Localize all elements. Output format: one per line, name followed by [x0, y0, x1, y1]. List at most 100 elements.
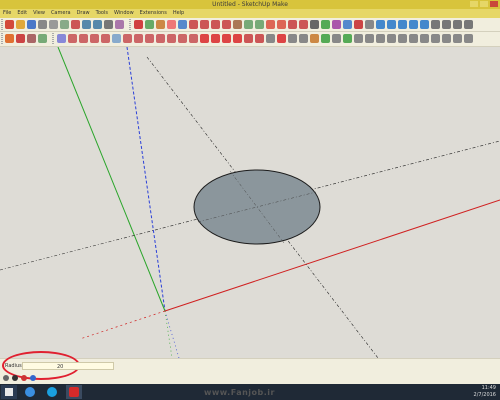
left-view-icon[interactable] — [189, 34, 198, 43]
paint-icon[interactable] — [310, 34, 319, 43]
zoom2-icon[interactable] — [387, 34, 396, 43]
open-icon[interactable] — [16, 20, 25, 29]
sandbox-icon[interactable] — [200, 34, 209, 43]
save-icon[interactable] — [27, 20, 36, 29]
walk-tool-icon[interactable] — [332, 34, 341, 43]
maximize-button[interactable] — [480, 1, 488, 7]
zoom-window-icon[interactable] — [409, 20, 418, 29]
section-display-icon[interactable] — [233, 34, 242, 43]
polygon-icon[interactable] — [211, 20, 220, 29]
menu-tools[interactable]: Tools — [96, 9, 108, 18]
zoom-window2-icon[interactable] — [398, 34, 407, 43]
print-icon[interactable] — [104, 20, 113, 29]
menu-camera[interactable]: Camera — [51, 9, 71, 18]
undo-icon[interactable] — [82, 20, 91, 29]
back-view-icon[interactable] — [178, 34, 187, 43]
orbit2-icon[interactable] — [365, 34, 374, 43]
position-camera-icon[interactable] — [442, 20, 451, 29]
ie-icon[interactable] — [22, 385, 38, 399]
make-component-icon[interactable] — [145, 20, 154, 29]
zoom-extents2-icon[interactable] — [409, 34, 418, 43]
circle-icon[interactable] — [200, 20, 209, 29]
back-edges-icon[interactable] — [68, 34, 77, 43]
sketchup-icon[interactable] — [66, 385, 82, 399]
outliner-icon[interactable] — [277, 34, 286, 43]
section-plane-icon[interactable] — [211, 34, 220, 43]
extension-warehouse-icon[interactable] — [16, 34, 25, 43]
tape-measure-icon[interactable] — [310, 20, 319, 29]
axes-icon[interactable] — [354, 20, 363, 29]
redo-icon[interactable] — [93, 20, 102, 29]
menu-file[interactable]: File — [3, 9, 11, 18]
rectangle-icon[interactable] — [189, 20, 198, 29]
share-model-icon[interactable] — [27, 34, 36, 43]
zoom-icon[interactable] — [398, 20, 407, 29]
section-cut-icon[interactable] — [222, 34, 231, 43]
geo-location-icon[interactable] — [30, 375, 36, 381]
minimize-button[interactable] — [470, 1, 478, 7]
xray-icon[interactable] — [57, 34, 66, 43]
previous2-icon[interactable] — [420, 34, 429, 43]
pan-icon[interactable] — [387, 20, 396, 29]
account-icon[interactable] — [21, 375, 27, 381]
skype-icon[interactable] — [44, 385, 60, 399]
select-icon[interactable] — [134, 20, 143, 29]
guide-icon[interactable] — [321, 34, 330, 43]
toolbar-grip[interactable] — [129, 19, 131, 30]
layers-icon[interactable] — [266, 34, 275, 43]
drawing-viewport[interactable] — [0, 47, 500, 358]
menu-window[interactable]: Window — [114, 9, 134, 18]
paint-bucket-icon[interactable] — [156, 20, 165, 29]
close-button[interactable] — [490, 1, 498, 7]
perspective-icon[interactable] — [453, 34, 462, 43]
menu-extensions[interactable]: Extensions — [140, 9, 167, 18]
text-icon[interactable] — [343, 20, 352, 29]
text-label-icon[interactable] — [299, 34, 308, 43]
menu-help[interactable]: Help — [173, 9, 184, 18]
cut-icon[interactable] — [38, 20, 47, 29]
start-button[interactable] — [1, 385, 17, 399]
system-clock[interactable]: 11:49 2/7/2016 — [474, 385, 496, 399]
scale-icon[interactable] — [288, 20, 297, 29]
menu-draw[interactable]: Draw — [77, 9, 90, 18]
follow-me-icon[interactable] — [277, 20, 286, 29]
erase-icon[interactable] — [71, 20, 80, 29]
line-icon[interactable] — [178, 20, 187, 29]
help-icon[interactable] — [12, 375, 18, 381]
previous-view-icon[interactable] — [431, 20, 440, 29]
push-pull-icon[interactable] — [255, 20, 264, 29]
offset-icon[interactable] — [299, 20, 308, 29]
paste-icon[interactable] — [60, 20, 69, 29]
front-view-icon[interactable] — [156, 34, 165, 43]
toolbar-grip[interactable] — [1, 19, 3, 30]
model-info-icon[interactable] — [115, 20, 124, 29]
eraser-icon[interactable] — [167, 20, 176, 29]
warehouse-icon[interactable] — [5, 34, 14, 43]
menu-edit[interactable]: Edit — [17, 9, 27, 18]
get-models-icon[interactable] — [38, 34, 47, 43]
menu-view[interactable]: View — [33, 9, 45, 18]
shadows-icon[interactable] — [244, 34, 253, 43]
iso-view-icon[interactable] — [134, 34, 143, 43]
next-icon[interactable] — [431, 34, 440, 43]
3d-text-icon[interactable] — [365, 20, 374, 29]
orbit-icon[interactable] — [376, 20, 385, 29]
freehand-icon[interactable] — [233, 20, 242, 29]
shaded-icon[interactable] — [101, 34, 110, 43]
measurements-input[interactable]: 20 — [22, 362, 114, 370]
fog-icon[interactable] — [255, 34, 264, 43]
hidden-line-icon[interactable] — [90, 34, 99, 43]
tape-icon[interactable] — [288, 34, 297, 43]
monochrome-icon[interactable] — [123, 34, 132, 43]
dimension-icon[interactable] — [321, 20, 330, 29]
look-around-icon[interactable] — [464, 20, 473, 29]
rotate-icon[interactable] — [266, 20, 275, 29]
wireframe-icon[interactable] — [79, 34, 88, 43]
info-icon[interactable] — [3, 375, 9, 381]
look-icon[interactable] — [354, 34, 363, 43]
shaded-textures-icon[interactable] — [112, 34, 121, 43]
zoom-extents-icon[interactable] — [420, 20, 429, 29]
pan2-icon[interactable] — [376, 34, 385, 43]
right-view-icon[interactable] — [167, 34, 176, 43]
top-view-icon[interactable] — [145, 34, 154, 43]
